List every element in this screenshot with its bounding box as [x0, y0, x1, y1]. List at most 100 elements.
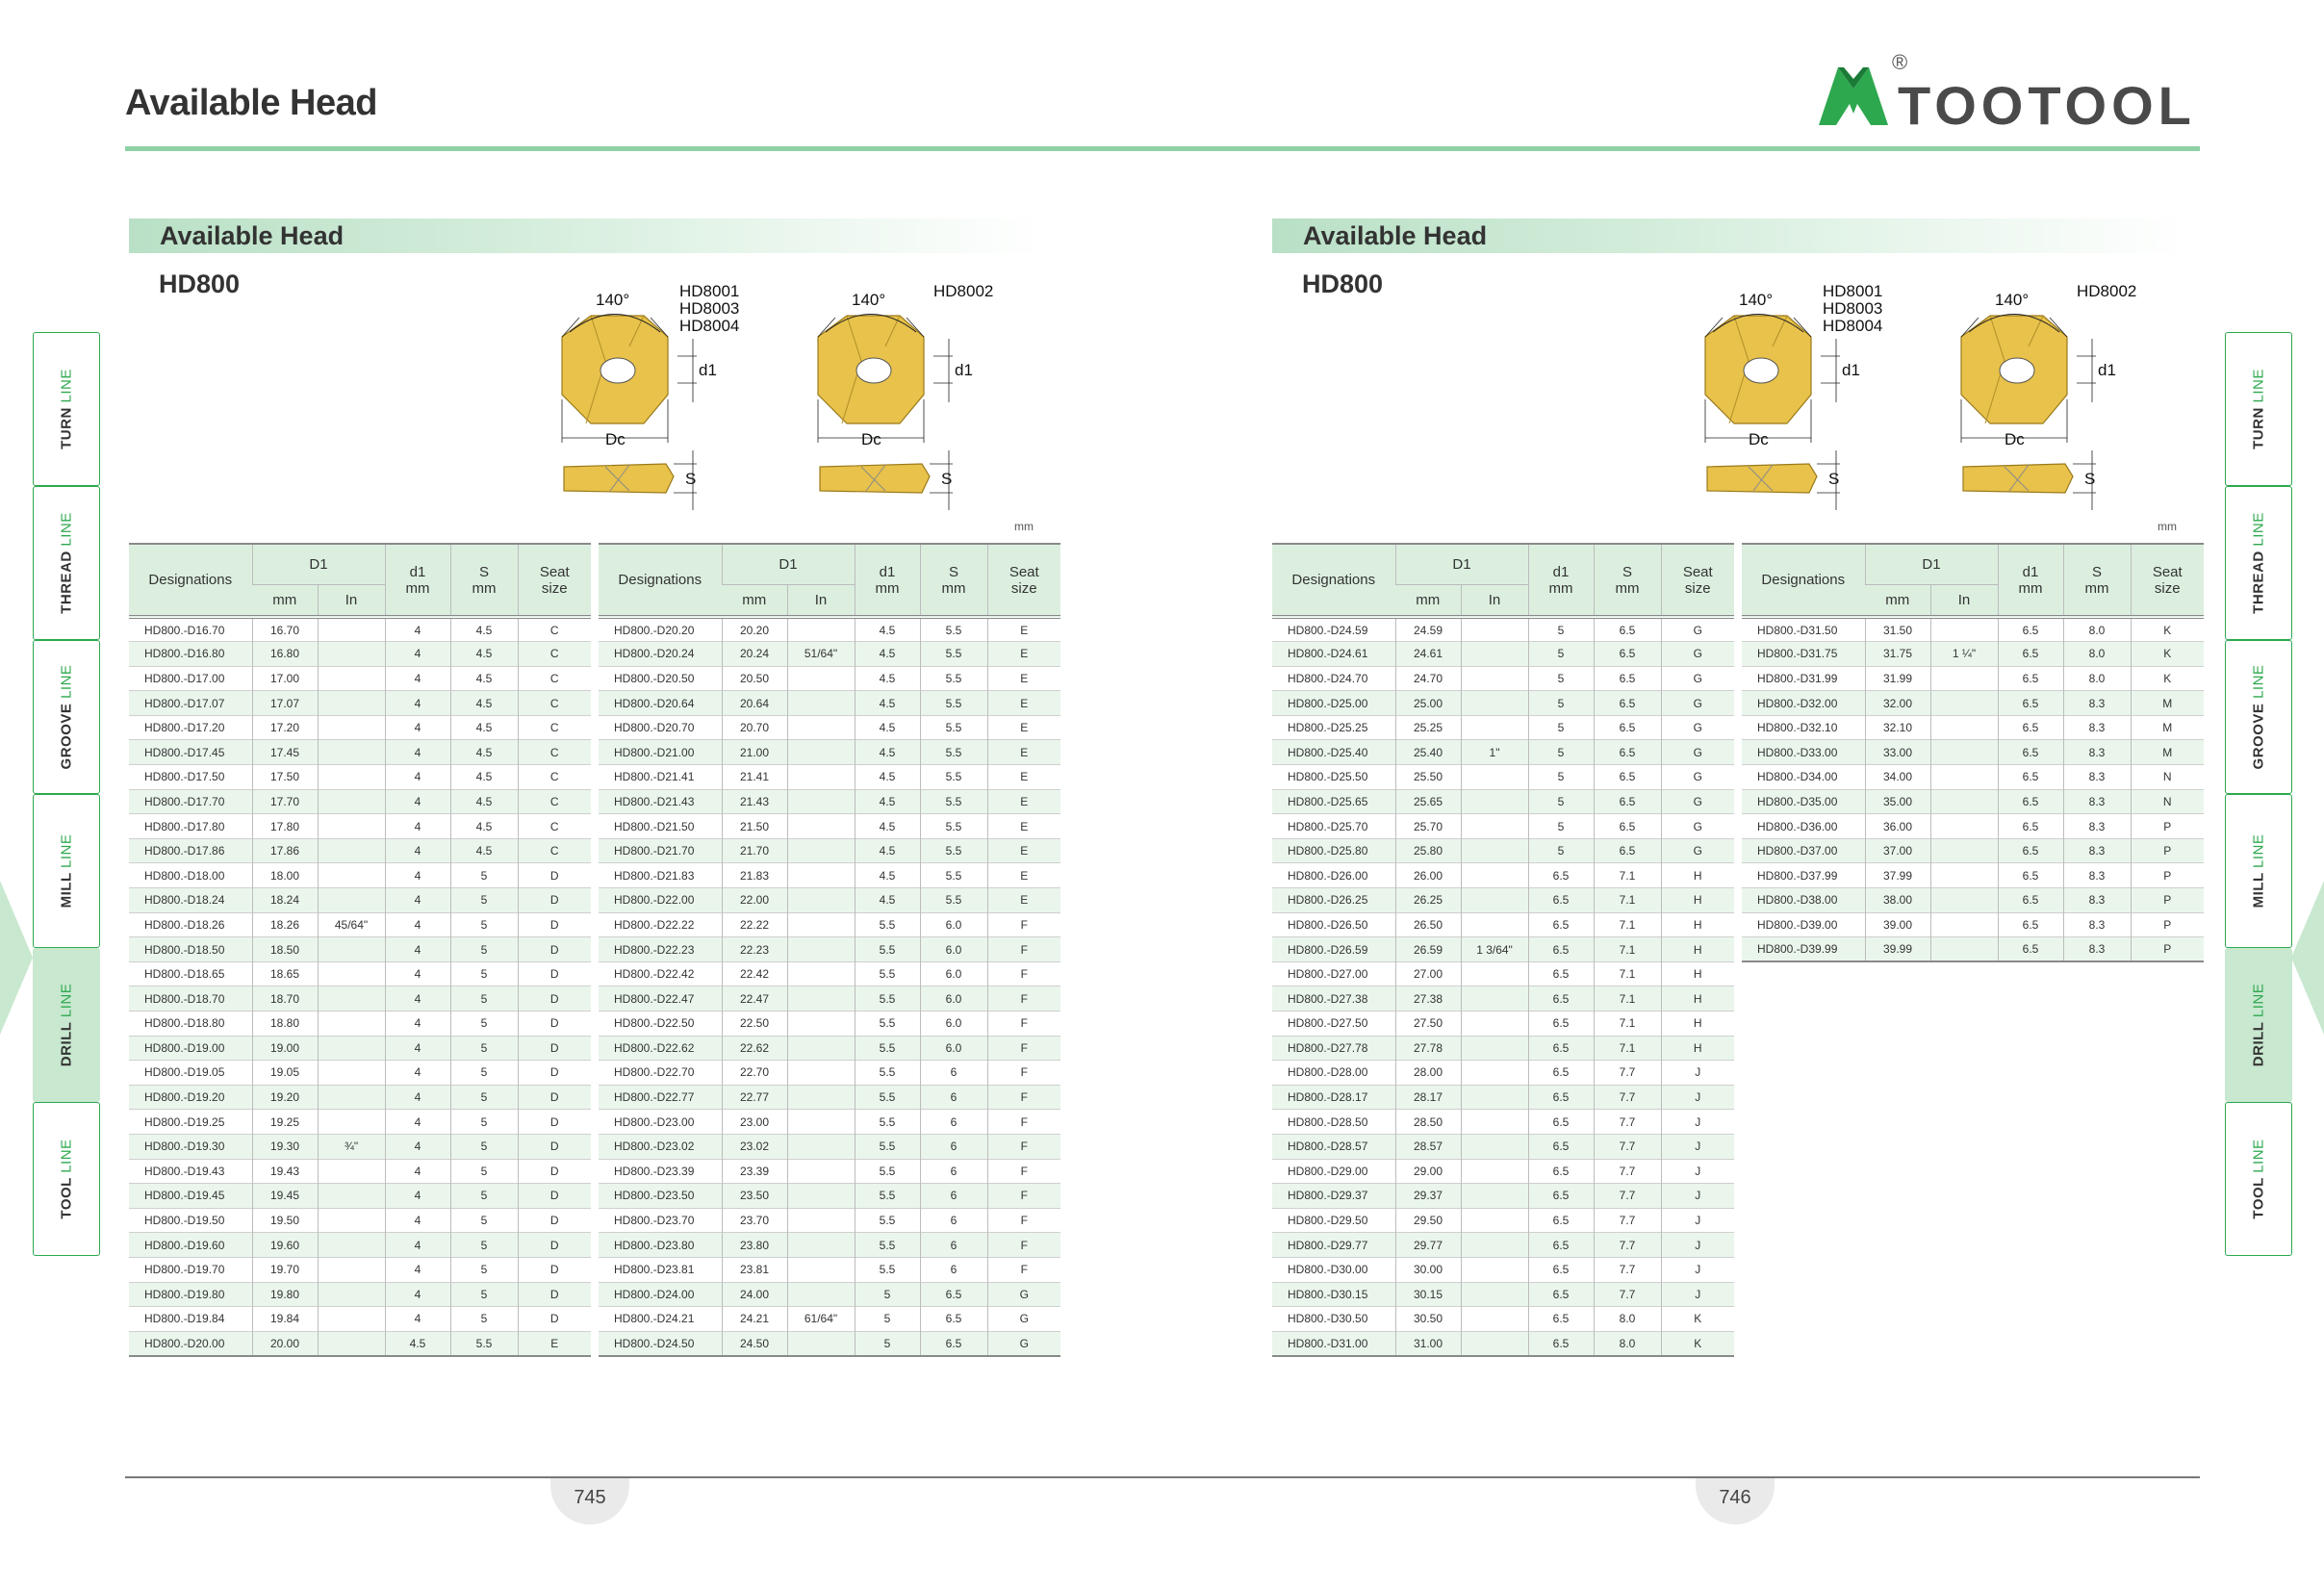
table-row: HD800.-D38.00 38.00 6.5 8.3 P [1742, 887, 2204, 913]
cell-d1-mm: 24.70 [1394, 665, 1461, 691]
side-tab-label: GROOVE LINE [59, 665, 75, 770]
side-tab-drill[interactable]: DRILL LINE [33, 948, 100, 1102]
side-tab-mill[interactable]: MILL LINE [33, 794, 100, 948]
cell-seat-size: J [1660, 1281, 1734, 1307]
col-d1-mm: mm [722, 583, 787, 617]
cell-d1-mm: 17.86 [251, 837, 318, 863]
spec-table: Designations D1 d1 mm Smm Seat size mm In HD800.-… [129, 543, 591, 1357]
cell-designation: HD800.-D30.50 [1272, 1306, 1395, 1332]
side-tab-thread[interactable]: THREAD LINE [2225, 486, 2292, 640]
cell-d1-in [786, 960, 855, 986]
side-tab-label: TURN LINE [2251, 369, 2267, 449]
cell-s: 7.7 [1593, 1183, 1661, 1209]
coolant-hole [856, 357, 892, 384]
cell-d1: 6.5 [1997, 665, 2063, 691]
cell-designation: HD800.-D19.20 [129, 1084, 252, 1110]
table-row: HD800.-D22.50 22.50 5.5 6.0 F [599, 1011, 1060, 1037]
cell-d1-mm: 31.00 [1394, 1330, 1461, 1356]
cell-d1: 5.5 [854, 1158, 920, 1184]
cell-d1: 4 [384, 1109, 450, 1135]
insert-caption-a: HD8003 [679, 299, 739, 318]
cell-s: 6.5 [1593, 788, 1661, 814]
side-tab-turn[interactable]: TURN LINE [33, 332, 100, 486]
side-tab-tool[interactable]: TOOL LINE [33, 1102, 100, 1256]
cell-d1: 5.5 [854, 1183, 920, 1209]
cell-d1-mm: 27.78 [1394, 1035, 1461, 1061]
cell-d1-mm: 24.59 [1394, 616, 1461, 642]
cell-seat-size: D [517, 1060, 591, 1086]
cell-s: 5 [449, 887, 518, 913]
side-tab-mill[interactable]: MILL LINE [2225, 794, 2292, 948]
cell-designation: HD800.-D38.00 [1742, 887, 1865, 913]
table-row: HD800.-D22.77 22.77 5.5 6 F [599, 1084, 1060, 1110]
cell-d1-mm: 25.50 [1394, 764, 1461, 790]
cell-seat-size: H [1660, 862, 1734, 888]
cell-d1-in [1460, 813, 1528, 839]
cell-designation: HD800.-D28.50 [1272, 1109, 1395, 1135]
side-tab-tool[interactable]: TOOL LINE [2225, 1102, 2292, 1256]
side-tab-groove[interactable]: GROOVE LINE [33, 640, 100, 794]
cell-seat-size: F [986, 1035, 1060, 1061]
col-s: Smm [2062, 544, 2131, 617]
cell-d1: 4 [384, 1232, 450, 1258]
table-row: HD800.-D37.00 37.00 6.5 8.3 P [1742, 837, 2204, 863]
cell-s: 6 [919, 1256, 987, 1283]
cell-d1-mm: 22.50 [721, 1011, 787, 1037]
side-tab-turn[interactable]: TURN LINE [2225, 332, 2292, 486]
col-d1: d1 mm [384, 544, 450, 617]
cell-seat-size: G [1660, 764, 1734, 790]
cell-seat-size: F [986, 1158, 1060, 1184]
side-tab-sub: LINE [58, 369, 75, 403]
cell-designation: HD800.-D26.00 [1272, 862, 1395, 888]
cell-d1-mm: 18.26 [251, 911, 318, 937]
side-tab-label: TOOL LINE [59, 1139, 75, 1218]
cell-d1-mm: 20.70 [721, 714, 787, 740]
cell-s: 5.5 [919, 616, 987, 642]
cell-designation: HD800.-D20.64 [599, 690, 722, 716]
cell-s: 6 [919, 1133, 987, 1160]
cell-d1-mm: 39.99 [1864, 936, 1930, 962]
cell-s: 5.5 [919, 690, 987, 716]
cell-s: 5 [449, 1256, 518, 1283]
cell-d1-in [317, 714, 385, 740]
cell-d1: 4.5 [854, 690, 920, 716]
table-row: HD800.-D24.50 24.50 5 6.5 G [599, 1330, 1060, 1356]
cell-d1-in [317, 936, 385, 962]
cell-d1-mm: 18.70 [251, 986, 318, 1012]
cell-s: 6.5 [1593, 690, 1661, 716]
side-tab-thread[interactable]: THREAD LINE [33, 486, 100, 640]
cell-s: 4.5 [449, 714, 518, 740]
cell-d1-mm: 24.21 [721, 1306, 787, 1332]
side-tab-sub: LINE [58, 833, 75, 868]
side-tab-groove[interactable]: GROOVE LINE [2225, 640, 2292, 794]
insert-caption-b: HD8002 [933, 282, 993, 300]
cell-d1-mm: 21.70 [721, 837, 787, 863]
table-row: HD800.-D19.25 19.25 4 5 D [129, 1109, 591, 1135]
cell-d1: 5 [1527, 665, 1594, 691]
cell-d1-mm: 21.83 [721, 862, 787, 888]
side-tab-drill[interactable]: DRILL LINE [2225, 948, 2292, 1102]
cell-d1: 4 [384, 936, 450, 962]
cell-d1-in [317, 813, 385, 839]
cell-d1: 6.5 [1997, 641, 2063, 667]
cell-seat-size: J [1660, 1256, 1734, 1283]
table-row: HD800.-D19.00 19.00 4 5 D [129, 1035, 591, 1061]
cell-d1: 5 [1527, 788, 1594, 814]
cell-d1-in [1460, 641, 1528, 667]
cell-s: 8.3 [2062, 862, 2131, 888]
cell-d1: 4 [384, 887, 450, 913]
table-row: HD800.-D27.38 27.38 6.5 7.1 H [1272, 986, 1734, 1012]
table-row: HD800.-D22.62 22.62 5.5 6.0 F [599, 1035, 1060, 1061]
table-row: HD800.-D17.80 17.80 4 4.5 C [129, 813, 591, 839]
cell-designation: HD800.-D28.57 [1272, 1133, 1395, 1160]
cell-designation: HD800.-D32.10 [1742, 714, 1865, 740]
cell-d1-mm: 19.50 [251, 1207, 318, 1233]
cell-s: 8.0 [2062, 665, 2131, 691]
cell-s: 6 [919, 1158, 987, 1184]
cell-d1: 5 [1527, 690, 1594, 716]
banner-title: Available Head [160, 221, 345, 250]
d1-label: d1 [1842, 361, 1860, 379]
cell-d1-in: 51/64" [786, 641, 855, 667]
cell-designation: HD800.-D16.80 [129, 641, 252, 667]
side-tab-label: TURN LINE [59, 369, 75, 449]
